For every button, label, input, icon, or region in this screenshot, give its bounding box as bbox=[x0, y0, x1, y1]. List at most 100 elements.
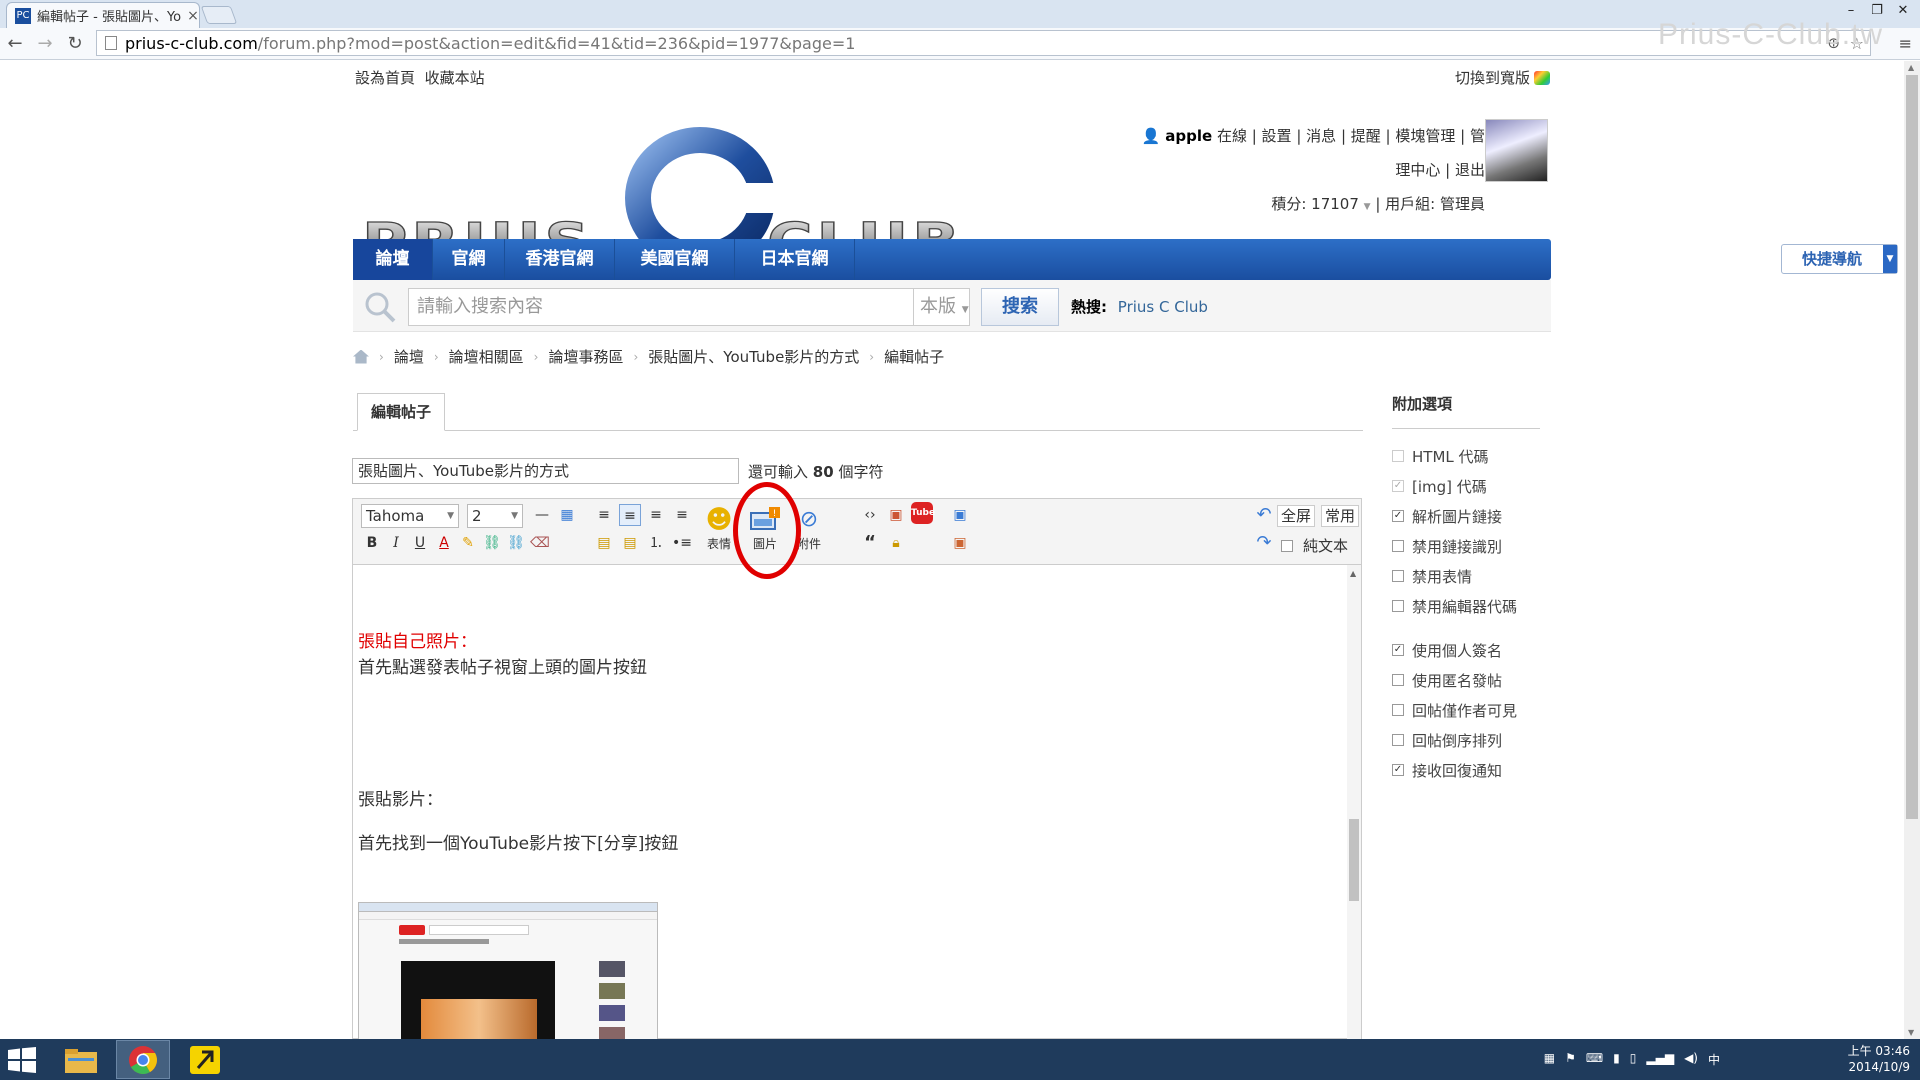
font-color-icon[interactable]: A bbox=[433, 532, 455, 554]
user-group-link[interactable]: 用戶組: 管理員 bbox=[1385, 195, 1485, 213]
nav-item-us-official[interactable]: 美國官網 bbox=[615, 239, 735, 280]
align-center-icon[interactable]: ≡ bbox=[645, 504, 667, 526]
hot-search-link[interactable]: Prius C Club bbox=[1118, 298, 1208, 316]
tray-app-icon[interactable]: ▦ bbox=[1544, 1051, 1555, 1068]
logout-link[interactable]: 退出 bbox=[1455, 161, 1485, 179]
option-html-code[interactable]: HTML 代碼 bbox=[1392, 441, 1540, 471]
clock[interactable]: 上午 03:46 2014/10/9 bbox=[1848, 1043, 1910, 1075]
editor-content[interactable]: 張貼自己照片： 首先點選發表帖子視窗上頭的圖片按鈕 張貼影片： 首先找到一個Yo… bbox=[353, 565, 1347, 1039]
set-home-link[interactable]: 設為首頁 bbox=[355, 67, 415, 88]
breadcrumb-item[interactable]: 論壇相關區 bbox=[449, 346, 524, 367]
close-window-icon[interactable]: ✕ bbox=[1890, 0, 1916, 20]
italic-icon[interactable]: I bbox=[385, 532, 407, 554]
hide-lock-icon[interactable]: 🔒︎ bbox=[885, 532, 907, 554]
option-checkbox[interactable]: ✓ bbox=[1392, 510, 1404, 522]
size-select[interactable]: 2 ▼ bbox=[467, 504, 523, 528]
file-explorer-icon[interactable] bbox=[54, 1040, 108, 1079]
switch-wide-link[interactable]: 切換到寬版 bbox=[1455, 67, 1530, 88]
bold-icon[interactable]: B bbox=[361, 532, 383, 554]
nav-item-jp-official[interactable]: 日本官網 bbox=[735, 239, 855, 280]
option-reply-author-only[interactable]: 回帖僅作者可見 bbox=[1392, 695, 1540, 725]
option-checkbox[interactable]: ✓ bbox=[1392, 764, 1404, 776]
option-checkbox[interactable] bbox=[1392, 704, 1404, 716]
search-button[interactable]: 搜索 bbox=[981, 288, 1059, 326]
fullscreen-button[interactable]: 全屏 bbox=[1277, 505, 1316, 527]
nav-item-hk-official[interactable]: 香港官網 bbox=[505, 239, 615, 280]
float-image-left-icon[interactable]: ▤ bbox=[593, 532, 615, 554]
code-icon[interactable]: ‹› bbox=[859, 504, 881, 526]
background-color-icon[interactable]: ✎ bbox=[457, 532, 479, 554]
editor-scrollbar[interactable]: ▲ bbox=[1347, 565, 1361, 1039]
option-checkbox[interactable] bbox=[1392, 570, 1404, 582]
back-icon[interactable]: ← bbox=[0, 33, 30, 54]
underline-icon[interactable]: U bbox=[409, 532, 431, 554]
restore-icon[interactable]: ❐ bbox=[1864, 0, 1890, 20]
option-checkbox[interactable] bbox=[1392, 734, 1404, 746]
option-checkbox[interactable] bbox=[1392, 540, 1404, 552]
quick-nav-button[interactable]: 快捷導航 ▼ bbox=[1781, 244, 1898, 274]
plaintext-checkbox[interactable] bbox=[1281, 539, 1293, 552]
page-scroll-thumb[interactable] bbox=[1906, 75, 1918, 819]
breadcrumb-item[interactable]: 張貼圖片、YouTube影片的方式 bbox=[648, 346, 859, 367]
browser-menu-icon[interactable]: ≡ bbox=[1899, 34, 1912, 53]
option-anonymous[interactable]: 使用匿名發帖 bbox=[1392, 665, 1540, 695]
quote-icon[interactable]: “ bbox=[859, 532, 881, 554]
option-checkbox[interactable] bbox=[1392, 450, 1404, 462]
clear-format-icon[interactable]: ⌫ bbox=[529, 532, 551, 554]
option-checkbox[interactable] bbox=[1392, 600, 1404, 612]
volume-icon[interactable]: ◀) bbox=[1684, 1051, 1698, 1068]
unordered-list-icon[interactable]: •≡ bbox=[671, 532, 693, 554]
option-disable-editor-code[interactable]: 禁用編輯器代碼 bbox=[1392, 591, 1540, 621]
module-manage-link[interactable]: 模塊管理 bbox=[1395, 127, 1455, 145]
flag-icon[interactable]: ⚑ bbox=[1565, 1051, 1576, 1068]
username-link[interactable]: apple bbox=[1165, 127, 1212, 145]
browser-tab[interactable]: PC 編輯帖子 - 張貼圖片、Yo × bbox=[6, 2, 200, 28]
undo-icon[interactable]: ↶ bbox=[1253, 504, 1275, 526]
hr-icon[interactable]: — bbox=[531, 504, 553, 526]
embedded-screenshot-image[interactable] bbox=[358, 902, 658, 1039]
reminders-link[interactable]: 提醒 bbox=[1351, 127, 1381, 145]
search-scope-select[interactable]: 本版 ▼ bbox=[914, 288, 970, 326]
insert-media-icon[interactable]: ▣ bbox=[949, 532, 971, 554]
network-icon[interactable]: ▮ bbox=[1613, 1051, 1620, 1068]
points-link[interactable]: 積分: 17107 bbox=[1271, 195, 1359, 213]
option-parse-image-links[interactable]: ✓ 解析圖片鏈接 bbox=[1392, 501, 1540, 531]
tab-close-icon[interactable]: × bbox=[187, 8, 199, 24]
align-right-icon[interactable]: ≡ bbox=[671, 504, 693, 526]
redo-icon[interactable]: ↷ bbox=[1253, 532, 1275, 554]
app-launcher-icon[interactable] bbox=[178, 1040, 232, 1079]
forward-icon[interactable]: → bbox=[30, 33, 60, 54]
editor-scroll-thumb[interactable] bbox=[1349, 819, 1359, 901]
plaintext-toggle[interactable]: 純文本 bbox=[1281, 535, 1348, 556]
free-tag-icon[interactable]: ▣ bbox=[885, 504, 907, 526]
power-icon[interactable]: ▯ bbox=[1630, 1051, 1637, 1068]
option-checkbox[interactable] bbox=[1392, 674, 1404, 686]
option-disable-link-detect[interactable]: 禁用鏈接識別 bbox=[1392, 531, 1540, 561]
admin-center-link-b[interactable]: 理中心 bbox=[1395, 161, 1440, 179]
common-button[interactable]: 常用 bbox=[1321, 505, 1360, 527]
tab-edit-post[interactable]: 編輯帖子 bbox=[357, 393, 445, 431]
option-reply-notify[interactable]: ✓ 接收回復通知 bbox=[1392, 755, 1540, 785]
option-use-signature[interactable]: ✓ 使用個人簽名 bbox=[1392, 635, 1540, 665]
float-image-right-icon[interactable]: ▤ bbox=[619, 532, 641, 554]
settings-link[interactable]: 設置 bbox=[1262, 127, 1292, 145]
option-reverse-replies[interactable]: 回帖倒序排列 bbox=[1392, 725, 1540, 755]
font-select[interactable]: Tahoma ▼ bbox=[361, 504, 459, 528]
option-img-code[interactable]: ✓ [img] 代碼 bbox=[1392, 471, 1540, 501]
ime-indicator[interactable]: 中 bbox=[1708, 1051, 1720, 1068]
url-bar[interactable]: prius-c-club.com/forum.php?mod=post&acti… bbox=[96, 30, 1871, 56]
emoji-button[interactable]: ☻ 表情 bbox=[701, 505, 737, 552]
link-icon[interactable]: ⛓ bbox=[481, 532, 503, 554]
signal-icon[interactable]: ▂▄▆ bbox=[1646, 1051, 1674, 1068]
minimize-icon[interactable]: – bbox=[1838, 0, 1864, 20]
option-checkbox[interactable]: ✓ bbox=[1392, 644, 1404, 656]
ordered-list-icon[interactable]: ⒈ bbox=[645, 532, 667, 554]
messages-link[interactable]: 消息 bbox=[1306, 127, 1336, 145]
unlink-icon[interactable]: ⛓ bbox=[505, 532, 527, 554]
align-left-icon[interactable]: ≡ bbox=[619, 504, 641, 526]
windows-start-icon[interactable] bbox=[8, 1047, 36, 1073]
nav-item-official[interactable]: 官網 bbox=[433, 239, 505, 280]
chevron-down-icon[interactable]: ▼ bbox=[1364, 202, 1371, 212]
online-status[interactable]: 在線 bbox=[1217, 127, 1247, 145]
chrome-icon[interactable] bbox=[116, 1040, 170, 1079]
